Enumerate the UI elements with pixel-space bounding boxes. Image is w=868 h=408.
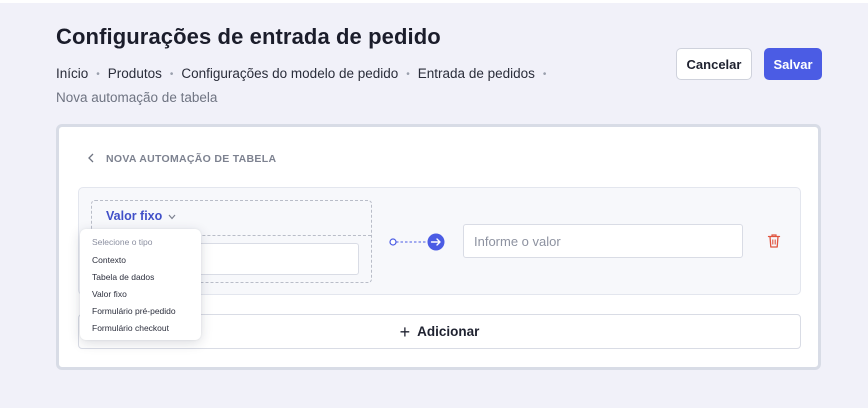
dropdown-option-formulario-pre-pedido[interactable]: Formulário pré-pedido [92,306,176,316]
cancel-button[interactable]: Cancelar [676,48,752,80]
add-button-label: Adicionar [417,324,480,339]
breadcrumb-item-inicio[interactable]: Início [56,66,88,81]
breadcrumb-separator: • [542,69,547,80]
breadcrumb-item-entrada-pedidos[interactable]: Entrada de pedidos [418,66,535,81]
plus-icon: + [399,321,411,342]
section-title: NOVA AUTOMAÇÃO DE TABELA [106,153,277,165]
arrow-connector-icon [389,233,445,251]
chevron-down-icon [168,212,176,223]
breadcrumb-separator: • [96,69,100,80]
save-button[interactable]: Salvar [764,48,822,80]
chevron-left-icon[interactable] [87,152,95,166]
breadcrumb-separator: • [406,69,410,80]
dropdown-option-formulario-checkout[interactable]: Formulário checkout [92,323,169,333]
top-edge [0,0,868,3]
dropdown-header: Selecione o tipo [92,237,153,247]
breadcrumb-current: Nova automação de tabela [56,90,218,105]
breadcrumb-item-configuracoes-modelo[interactable]: Configurações do modelo de pedido [181,66,398,81]
value-input[interactable] [463,224,743,258]
dropdown-option-tabela-de-dados[interactable]: Tabela de dados [92,272,154,282]
page-title: Configurações de entrada de pedido [56,24,441,49]
trash-icon[interactable] [767,233,781,249]
type-select-value: Valor fixo [106,209,163,223]
dropdown-option-valor-fixo[interactable]: Valor fixo [92,289,127,299]
type-select[interactable]: Valor fixo [106,209,176,223]
source-value-input[interactable] [192,243,359,275]
type-dropdown-menu: Selecione o tipo Contexto Tabela de dado… [80,229,201,340]
breadcrumb: Início • Produtos • Configurações do modelo … [56,62,616,109]
dropdown-option-contexto[interactable]: Contexto [92,255,126,265]
breadcrumb-separator: • [169,69,174,80]
breadcrumb-item-produtos[interactable]: Produtos [108,66,162,81]
